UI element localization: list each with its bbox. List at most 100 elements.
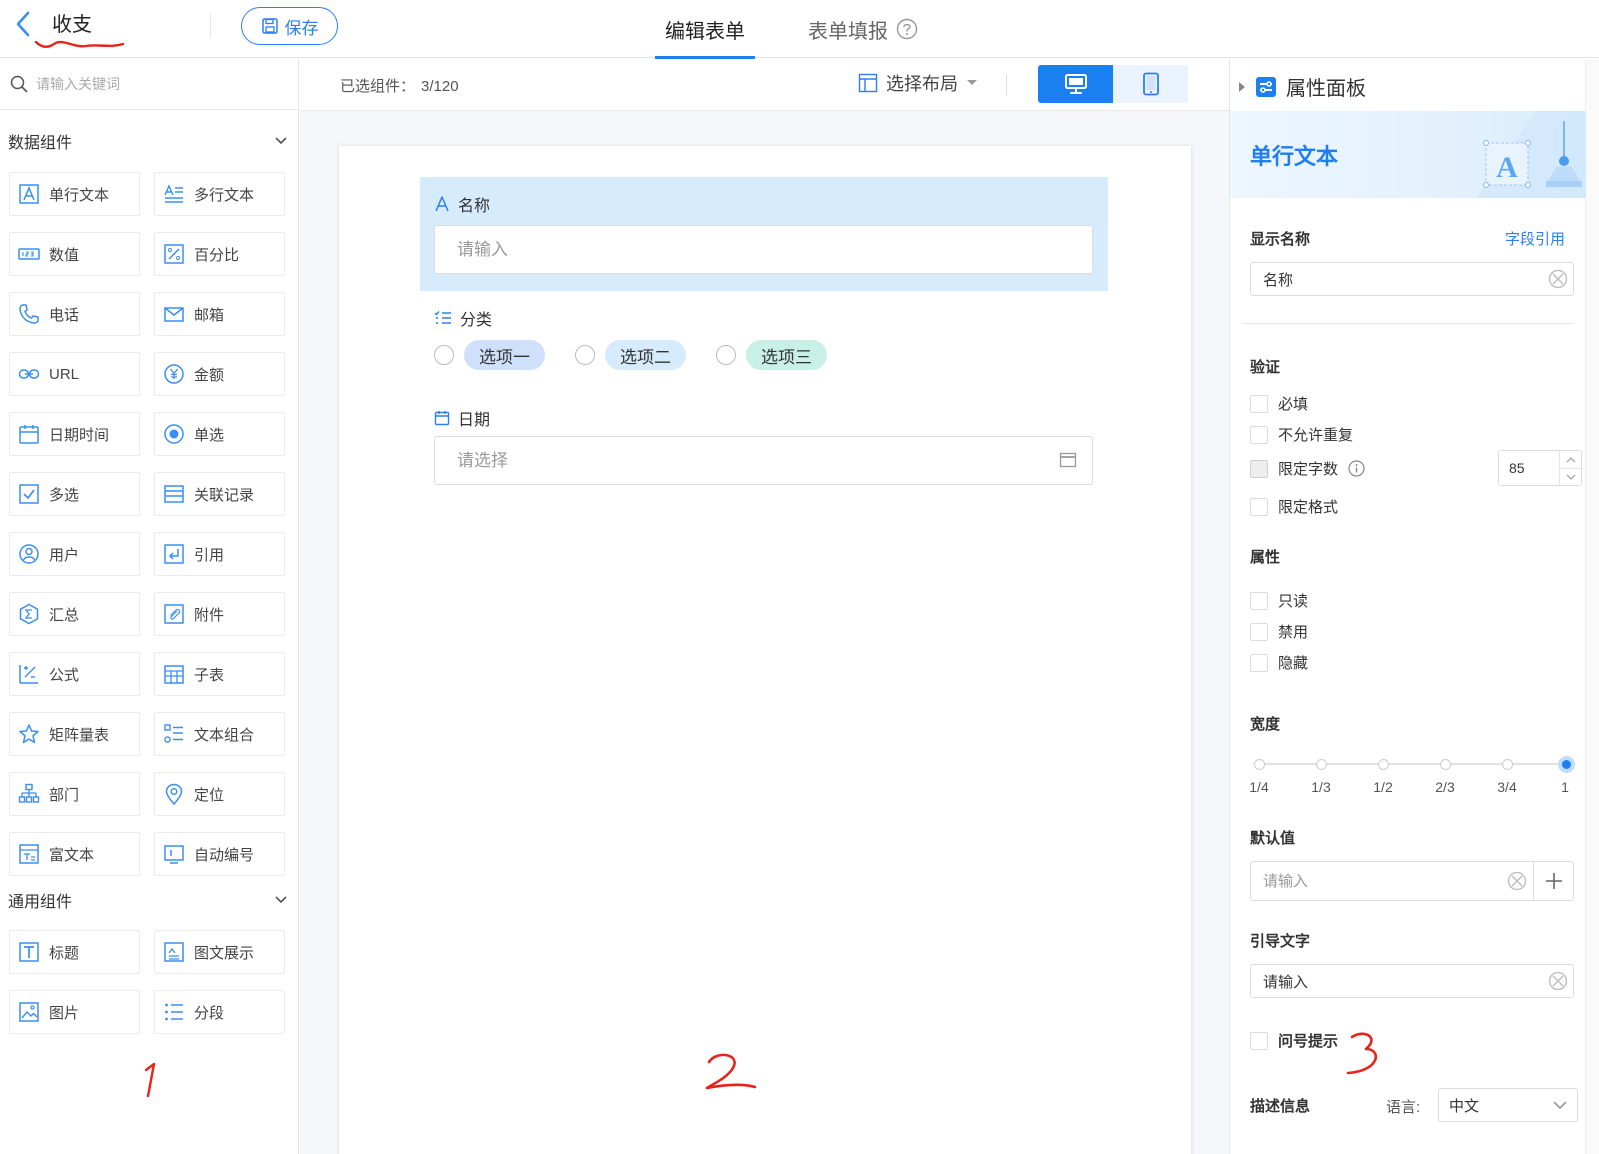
limit-format-option[interactable]: 限定格式 [1250,496,1338,517]
chevron-down-icon [275,896,287,904]
limit-chars-checkbox[interactable] [1250,459,1268,478]
field-reference-link[interactable]: 字段引用 [1505,228,1565,249]
slider-stop-1-2[interactable] [1378,759,1389,770]
language-select[interactable]: 中文 [1438,1088,1578,1122]
radio-option-3[interactable] [716,345,736,365]
slider-stop-3-4[interactable] [1502,759,1513,770]
tab-edit-form[interactable]: 编辑表单 [655,0,755,59]
selected-count-label: 已选组件： [340,78,416,95]
annotation-text: 3 [1344,1031,1345,1032]
component-tile[interactable]: 金额 [154,352,285,396]
name-input[interactable] [434,225,1093,274]
increment-button[interactable] [1560,451,1581,468]
decrement-button[interactable] [1560,468,1581,485]
slider-handle[interactable] [1558,756,1575,773]
component-tile[interactable]: 图片 [9,990,140,1034]
disabled-option[interactable]: 禁用 [1250,621,1308,642]
clear-icon[interactable] [1548,971,1568,991]
component-tile[interactable]: 邮箱 [154,292,285,336]
add-default-button[interactable] [1533,861,1573,901]
date-picker-icon[interactable] [1059,451,1077,469]
component-tile[interactable]: 矩阵量表 [9,712,140,756]
checkbox-label: 必填 [1278,396,1309,413]
search-input[interactable] [36,76,276,92]
component-label: 自动编号 [194,846,255,864]
location-icon [165,783,183,805]
display-name-input[interactable] [1251,263,1531,295]
image-text-icon [164,942,184,962]
component-tile[interactable]: 日期时间 [9,412,140,456]
slider-stop-1-4[interactable] [1254,759,1265,770]
component-tile[interactable]: 单行文本 [9,172,140,216]
radio-option-2[interactable] [575,345,595,365]
hidden-option[interactable]: 隐藏 [1250,652,1308,673]
component-tile[interactable]: 多行文本 [154,172,285,216]
mobile-view-button[interactable] [1113,65,1188,103]
question-tip-option[interactable]: 问号提示 [1250,1030,1338,1051]
save-label: 保存 [284,18,319,38]
field-type-banner: 单行文本 A [1230,111,1586,198]
slider-stop-1-3[interactable] [1316,759,1327,770]
chevron-down-icon [1553,1101,1567,1109]
no-duplicate-checkbox[interactable] [1250,425,1268,444]
question-tip-checkbox[interactable] [1250,1031,1268,1050]
component-tile[interactable]: 引用 [154,532,285,576]
component-tile[interactable]: 电话 [9,292,140,336]
component-tile[interactable]: 部门 [9,772,140,816]
component-tile[interactable]: 附件 [154,592,285,636]
date-input[interactable] [434,436,1093,485]
component-tile[interactable]: 富文本 [9,832,140,876]
limit-format-checkbox[interactable] [1250,497,1268,516]
component-tile[interactable]: 子表 [154,652,285,696]
component-tile[interactable]: 数值 [9,232,140,276]
component-tile[interactable]: 公式 [9,652,140,696]
component-tile[interactable]: 分段 [154,990,285,1034]
width-slider[interactable] [1254,756,1575,773]
desktop-view-button[interactable] [1038,65,1113,103]
disabled-checkbox[interactable] [1250,622,1268,641]
component-tile[interactable]: 汇总 [9,592,140,636]
default-value-input[interactable] [1251,862,1501,900]
component-tile[interactable]: 关联记录 [154,472,285,516]
app-title[interactable]: 收支 [52,8,92,37]
caret-right-icon[interactable] [1238,81,1246,93]
readonly-checkbox[interactable] [1250,591,1268,610]
component-tile[interactable]: URL [9,352,140,396]
component-tile[interactable]: 定位 [154,772,285,816]
info-icon[interactable] [1348,460,1365,477]
radio-icon [164,424,184,444]
component-label: 图片 [49,1004,80,1022]
readonly-option[interactable]: 只读 [1250,590,1308,611]
no-duplicate-option[interactable]: 不允许重复 [1250,424,1353,445]
component-tile[interactable]: 用户 [9,532,140,576]
component-label: 单行文本 [49,186,110,204]
limit-chars-option[interactable]: 限定字数 [1250,458,1365,479]
slider-stop-2-3[interactable] [1440,759,1451,770]
hidden-checkbox[interactable] [1250,653,1268,672]
clear-icon[interactable] [1507,871,1527,891]
save-button[interactable]: 保存 [241,7,338,45]
data-components-header[interactable]: 数据组件 [8,129,288,153]
clear-icon[interactable] [1548,269,1568,289]
checkbox-label: 限定格式 [1278,499,1339,516]
layout-select[interactable]: 选择布局 [858,70,978,96]
property-panel-header: 属性面板 [1238,72,1366,101]
option-chip: 选项二 [605,340,686,370]
component-tile[interactable]: 图文展示 [154,930,285,974]
general-components-header[interactable]: 通用组件 [8,888,288,912]
radio-option-1[interactable] [434,345,454,365]
component-tile[interactable]: 多选 [9,472,140,516]
guide-text-input[interactable] [1251,965,1531,997]
tab-form-fill[interactable]: 表单填报 [808,0,918,58]
component-tile[interactable]: 百分比 [154,232,285,276]
required-checkbox[interactable] [1250,394,1268,413]
char-limit-input[interactable] [1499,451,1557,485]
component-tile[interactable]: 单选 [154,412,285,456]
required-option[interactable]: 必填 [1250,393,1308,414]
back-button[interactable] [12,10,36,38]
component-tile[interactable]: 标题 [9,930,140,974]
component-tile[interactable]: 文本组合 [154,712,285,756]
help-icon[interactable] [896,18,918,40]
component-tile[interactable]: 自动编号 [154,832,285,876]
field-type-title: 单行文本 [1250,144,1339,169]
